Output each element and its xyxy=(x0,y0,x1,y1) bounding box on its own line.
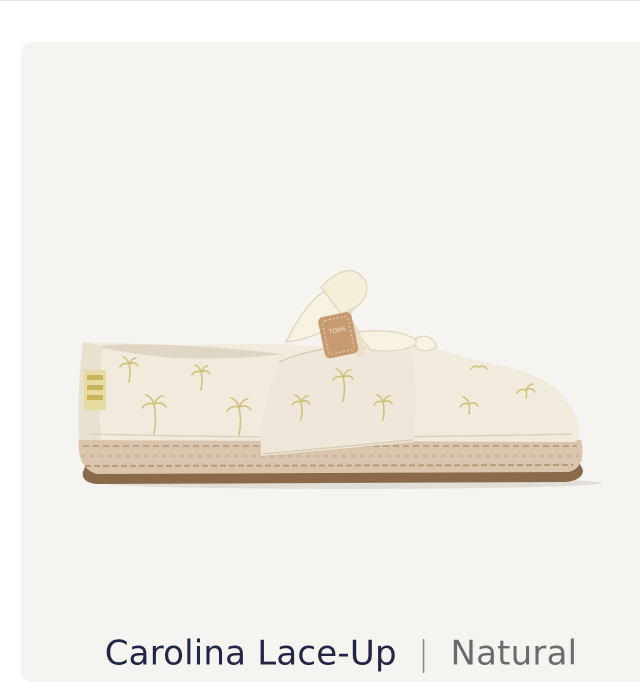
product-caption[interactable]: Carolina Lace-Up | Natural xyxy=(21,632,640,674)
espadrille-shoe-icon[interactable]: TOMS xyxy=(21,42,640,682)
top-divider xyxy=(0,0,640,1)
caption-separator: | xyxy=(417,633,430,674)
product-name[interactable]: Carolina Lace-Up xyxy=(105,634,397,674)
product-card[interactable]: TOMS Carolina Lace-Up | Natural xyxy=(21,42,640,682)
product-color: Natural xyxy=(450,633,578,674)
